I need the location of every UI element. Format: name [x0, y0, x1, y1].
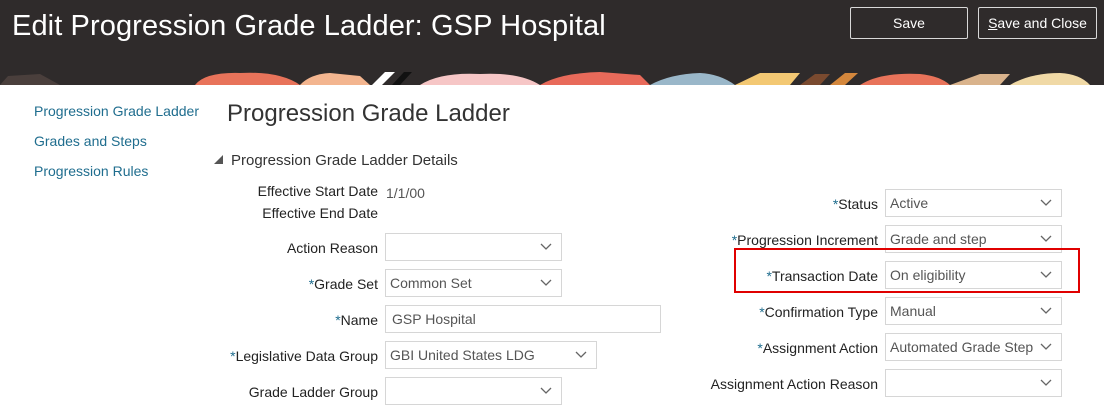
nav-item-grades-and-steps[interactable]: Grades and Steps — [34, 133, 199, 163]
status-label-text: Status — [838, 196, 878, 212]
effective-start-date-value: 1/1/00 — [386, 185, 425, 201]
header-decorative-banner — [0, 70, 1104, 85]
confirmation-type-label-text: Confirmation Type — [764, 304, 878, 320]
chevron-down-icon[interactable] — [1039, 370, 1053, 396]
confirmation-type-select[interactable]: Manual — [885, 297, 1062, 325]
page-header: Edit Progression Grade Ladder: GSP Hospi… — [0, 0, 1104, 85]
effective-end-date-label: Effective End Date — [262, 205, 378, 221]
chevron-down-icon[interactable] — [1039, 298, 1053, 324]
chevron-down-icon[interactable] — [539, 234, 553, 260]
effective-start-date-label: Effective Start Date — [257, 183, 378, 199]
action-reason-select[interactable] — [385, 233, 562, 261]
chevron-down-icon[interactable] — [1039, 334, 1053, 360]
legislative-data-group-value: GBI United States LDG — [390, 347, 535, 363]
progression-increment-label: *Progression Increment — [732, 232, 878, 248]
legislative-data-group-label-text: Legislative Data Group — [235, 348, 378, 364]
assignment-action-select[interactable]: Automated Grade Step — [885, 333, 1062, 361]
save-and-close-button[interactable]: Save and Close — [978, 7, 1097, 39]
left-navigation: Progression Grade Ladder Grades and Step… — [34, 103, 199, 193]
assignment-action-label-text: Assignment Action — [762, 340, 878, 356]
assignment-action-reason-label: Assignment Action Reason — [710, 376, 878, 392]
legislative-data-group-select[interactable]: GBI United States LDG — [385, 341, 597, 369]
status-label: *Status — [833, 196, 878, 212]
name-value: GSP Hospital — [392, 311, 476, 327]
progression-increment-value: Grade and step — [890, 231, 987, 247]
chevron-down-icon[interactable] — [539, 378, 553, 404]
chevron-down-icon[interactable] — [539, 270, 553, 296]
chevron-down-icon[interactable] — [1039, 190, 1053, 216]
confirmation-type-value: Manual — [890, 303, 936, 319]
section-header-details[interactable]: Progression Grade Ladder Details — [214, 152, 458, 169]
grade-set-label-text: Grade Set — [314, 276, 378, 292]
save-and-close-label: ave and Close — [997, 15, 1087, 31]
grade-ladder-group-label: Grade Ladder Group — [248, 384, 378, 400]
page-header-title: Edit Progression Grade Ladder: GSP Hospi… — [12, 10, 606, 42]
chevron-down-icon[interactable] — [574, 342, 588, 368]
legislative-data-group-label: *Legislative Data Group — [230, 348, 378, 364]
progression-increment-label-text: Progression Increment — [737, 232, 878, 248]
name-label-text: Name — [340, 312, 378, 328]
grade-ladder-group-select[interactable] — [385, 377, 562, 405]
status-value: Active — [890, 195, 929, 211]
action-reason-label: Action Reason — [286, 240, 378, 256]
page-title: Progression Grade Ladder — [227, 100, 510, 127]
section-title: Progression Grade Ladder Details — [231, 152, 458, 169]
nav-item-progression-rules[interactable]: Progression Rules — [34, 163, 199, 193]
grade-set-value: Common Set — [390, 275, 472, 291]
grade-set-select[interactable]: Common Set — [385, 269, 562, 297]
status-select[interactable]: Active — [885, 189, 1062, 217]
assignment-action-reason-select[interactable] — [885, 369, 1062, 397]
nav-item-progression-grade-ladder[interactable]: Progression Grade Ladder — [34, 103, 199, 133]
collapse-triangle-icon[interactable] — [214, 155, 223, 164]
save-and-close-mnemonic: S — [988, 15, 998, 31]
assignment-action-label: *Assignment Action — [757, 340, 878, 356]
assignment-action-value: Automated Grade Step — [890, 339, 1034, 355]
grade-set-label: *Grade Set — [309, 276, 378, 292]
name-label: *Name — [335, 312, 378, 328]
name-input[interactable]: GSP Hospital — [385, 305, 661, 333]
confirmation-type-label: *Confirmation Type — [759, 304, 878, 320]
save-button[interactable]: Save — [850, 7, 968, 39]
transaction-date-highlight-box — [734, 248, 1080, 293]
